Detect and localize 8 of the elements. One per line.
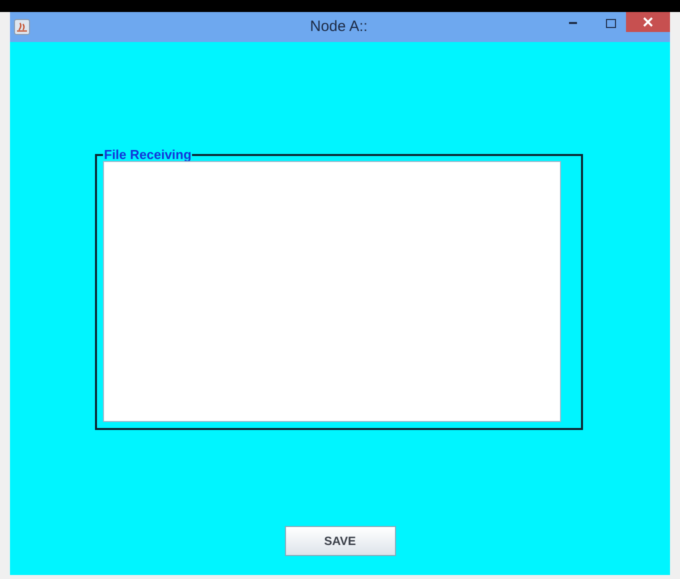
window-title: Node A:: [310,16,368,37]
save-button[interactable]: SAVE [284,526,396,556]
maximize-icon [606,18,616,28]
app-icon [14,19,30,35]
minimize-icon [569,22,577,24]
panel-title: File Receiving [103,148,192,161]
close-button[interactable] [626,12,670,32]
close-icon [643,17,653,27]
